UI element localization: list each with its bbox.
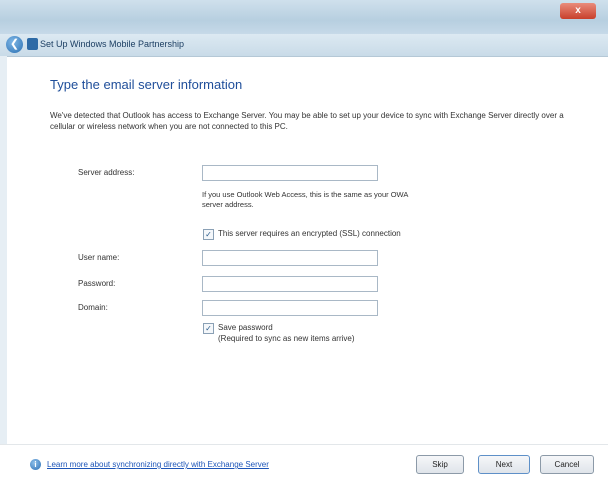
window-titlebar: x: [0, 0, 608, 34]
learn-more-link[interactable]: Learn more about synchronizing directly …: [47, 460, 269, 469]
save-password-note: (Required to sync as new items arrive): [218, 334, 355, 343]
server-address-input[interactable]: [202, 165, 378, 181]
back-arrow-icon[interactable]: ❮: [6, 36, 23, 53]
skip-button[interactable]: Skip: [416, 455, 464, 474]
password-input[interactable]: [202, 276, 378, 292]
save-password-checkbox[interactable]: ✓: [203, 323, 214, 334]
window-close-button[interactable]: x: [560, 3, 596, 19]
wizard-navbar: ❮ Set Up Windows Mobile Partnership: [0, 34, 608, 57]
server-address-hint: If you use Outlook Web Access, this is t…: [202, 190, 408, 209]
user-name-label: User name:: [78, 253, 120, 262]
cancel-button[interactable]: Cancel: [540, 455, 594, 474]
ssl-checkbox-label: This server requires an encrypted (SSL) …: [218, 229, 401, 238]
save-password-label: Save password: [218, 323, 273, 332]
info-icon: i: [30, 459, 41, 470]
user-name-input[interactable]: [202, 250, 378, 266]
device-icon: [27, 38, 38, 50]
domain-label: Domain:: [78, 303, 108, 312]
wizard-footer: i Learn more about synchronizing directl…: [0, 444, 608, 485]
wizard-title: Set Up Windows Mobile Partnership: [40, 39, 185, 49]
page-description: We've detected that Outlook has access t…: [50, 111, 564, 131]
next-button[interactable]: Next: [478, 455, 530, 474]
window-frame-edge: [0, 56, 7, 444]
password-label: Password:: [78, 279, 116, 288]
server-address-label: Server address:: [78, 168, 135, 177]
ssl-checkbox[interactable]: ✓: [203, 229, 214, 240]
domain-input[interactable]: [202, 300, 378, 316]
page-heading: Type the email server information: [50, 77, 243, 92]
